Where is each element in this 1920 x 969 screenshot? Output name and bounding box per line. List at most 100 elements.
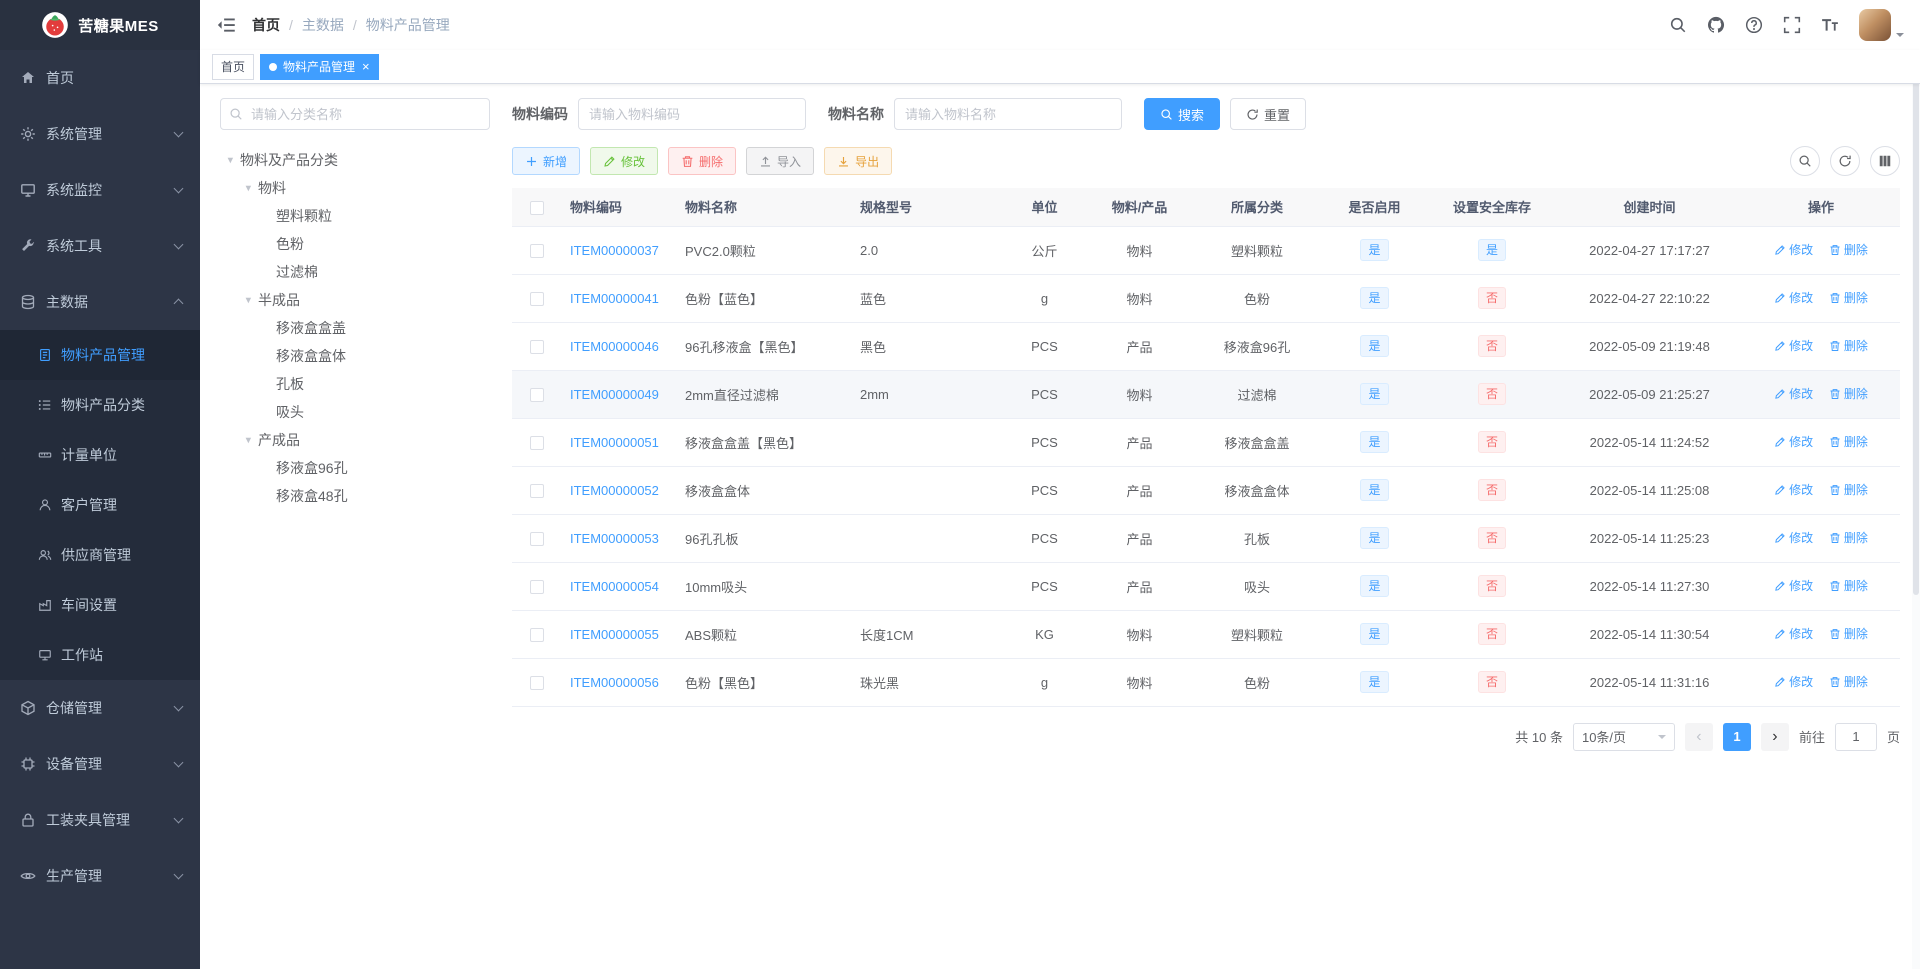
sidebar-item-measure-unit[interactable]: 计量单位 [0,430,200,480]
item-code-link[interactable]: ITEM00000056 [570,675,659,690]
sidebar-item-supplier-mgmt[interactable]: 供应商管理 [0,530,200,580]
tree-node[interactable]: 物料及产品分类 [220,146,490,174]
delete-link[interactable]: 删除 [1829,433,1868,450]
delete-button[interactable]: 删除 [668,147,737,175]
item-code-link[interactable]: ITEM00000055 [570,627,659,642]
breadcrumb-item[interactable]: 首页 [252,15,302,35]
item-code-link[interactable]: ITEM00000041 [570,291,659,306]
tree-node[interactable]: 过滤棉 [220,258,490,286]
add-button[interactable]: 新增 [512,147,581,175]
edit-link[interactable]: 修改 [1774,337,1813,354]
row-checkbox[interactable] [530,627,544,642]
sidebar-item-workshop-settings[interactable]: 车间设置 [0,580,200,630]
edit-link[interactable]: 修改 [1774,289,1813,306]
material-code-input[interactable] [578,98,806,130]
column-settings-button[interactable] [1870,146,1900,176]
fullscreen-icon[interactable] [1783,16,1801,34]
edit-button[interactable]: 修改 [590,147,659,175]
item-code-link[interactable]: ITEM00000051 [570,435,659,450]
sidebar-item-equipment-mgmt[interactable]: 设备管理 [0,736,200,792]
delete-link[interactable]: 删除 [1829,673,1868,690]
breadcrumb-item[interactable]: 物料产品管理 [366,15,450,35]
toggle-search-button[interactable] [1790,146,1820,176]
sidebar-item-material-product-mgmt[interactable]: 物料产品管理 [0,330,200,380]
edit-link[interactable]: 修改 [1774,385,1813,402]
sidebar-item-system-tools[interactable]: 系统工具 [0,218,200,274]
row-checkbox[interactable] [530,339,544,354]
tree-node[interactable]: 移液盒96孔 [220,454,490,482]
row-checkbox[interactable] [530,291,544,306]
delete-link[interactable]: 删除 [1829,577,1868,594]
tree-node[interactable]: 吸头 [220,398,490,426]
row-checkbox[interactable] [530,435,544,450]
sidebar-item-tooling-mgmt[interactable]: 工装夹具管理 [0,792,200,848]
row-checkbox[interactable] [530,243,544,258]
edit-link[interactable]: 修改 [1774,625,1813,642]
tree-node[interactable]: 塑料颗粒 [220,202,490,230]
tree-node[interactable]: 半成品 [220,286,490,314]
edit-link[interactable]: 修改 [1774,241,1813,258]
delete-link[interactable]: 删除 [1829,289,1868,306]
tree-node[interactable]: 孔板 [220,370,490,398]
user-menu[interactable] [1859,9,1904,41]
sidebar-item-system-mgmt[interactable]: 系统管理 [0,106,200,162]
reset-button[interactable]: 重置 [1230,98,1307,130]
tab-tag[interactable]: 物料产品管理 [260,53,379,80]
hamburger-icon[interactable] [216,15,236,35]
search-icon[interactable] [1669,16,1687,34]
sidebar-item-production-mgmt[interactable]: 生产管理 [0,848,200,904]
sidebar-item-home[interactable]: 首页 [0,50,200,106]
sidebar-item-customer-mgmt[interactable]: 客户管理 [0,480,200,530]
prev-page-button[interactable] [1684,722,1713,751]
delete-link[interactable]: 删除 [1829,481,1868,498]
tree-node[interactable]: 色粉 [220,230,490,258]
breadcrumb-item[interactable]: 主数据 [302,15,366,35]
category-search-input[interactable] [220,98,490,130]
sidebar-item-warehouse-mgmt[interactable]: 仓储管理 [0,680,200,736]
import-button[interactable]: 导入 [746,147,815,175]
item-code-link[interactable]: ITEM00000054 [570,579,659,594]
item-code-link[interactable]: ITEM00000049 [570,387,659,402]
sidebar-item-material-product-category[interactable]: 物料产品分类 [0,380,200,430]
edit-link[interactable]: 修改 [1774,433,1813,450]
delete-link[interactable]: 删除 [1829,625,1868,642]
app-logo[interactable]: 苦糖果MES [0,0,200,50]
edit-link[interactable]: 修改 [1774,481,1813,498]
tree-node[interactable]: 产成品 [220,426,490,454]
sidebar-item-workstation[interactable]: 工作站 [0,630,200,680]
item-code-link[interactable]: ITEM00000053 [570,531,659,546]
scrollbar-thumb[interactable] [1913,55,1919,595]
item-code-link[interactable]: ITEM00000052 [570,483,659,498]
goto-page-input[interactable] [1834,722,1877,751]
row-checkbox[interactable] [530,675,544,690]
export-button[interactable]: 导出 [824,147,893,175]
page-number-1[interactable]: 1 [1722,722,1751,751]
next-page-button[interactable] [1760,722,1789,751]
delete-link[interactable]: 删除 [1829,241,1868,258]
delete-link[interactable]: 删除 [1829,385,1868,402]
refresh-table-button[interactable] [1830,146,1860,176]
tree-node[interactable]: 移液盒盒盖 [220,314,490,342]
edit-link[interactable]: 修改 [1774,673,1813,690]
tree-node[interactable]: 移液盒48孔 [220,482,490,510]
avatar[interactable] [1859,9,1891,41]
help-icon[interactable] [1745,16,1763,34]
close-icon[interactable] [362,60,370,73]
delete-link[interactable]: 删除 [1829,337,1868,354]
material-name-input[interactable] [894,98,1122,130]
row-checkbox[interactable] [530,531,544,546]
sidebar-item-system-monitor[interactable]: 系统监控 [0,162,200,218]
sidebar-item-master-data[interactable]: 主数据 [0,274,200,330]
tree-node[interactable]: 移液盒盒体 [220,342,490,370]
github-icon[interactable] [1707,16,1725,34]
tab-tag[interactable]: 首页 [212,53,255,80]
search-button[interactable]: 搜索 [1144,98,1221,130]
row-checkbox[interactable] [530,579,544,594]
scrollbar-track[interactable] [1912,51,1920,969]
row-checkbox[interactable] [530,387,544,402]
page-size-select[interactable]: 10条/页 [1572,722,1675,751]
item-code-link[interactable]: ITEM00000037 [570,243,659,258]
edit-link[interactable]: 修改 [1774,529,1813,546]
select-all-checkbox[interactable] [530,200,544,215]
edit-link[interactable]: 修改 [1774,577,1813,594]
